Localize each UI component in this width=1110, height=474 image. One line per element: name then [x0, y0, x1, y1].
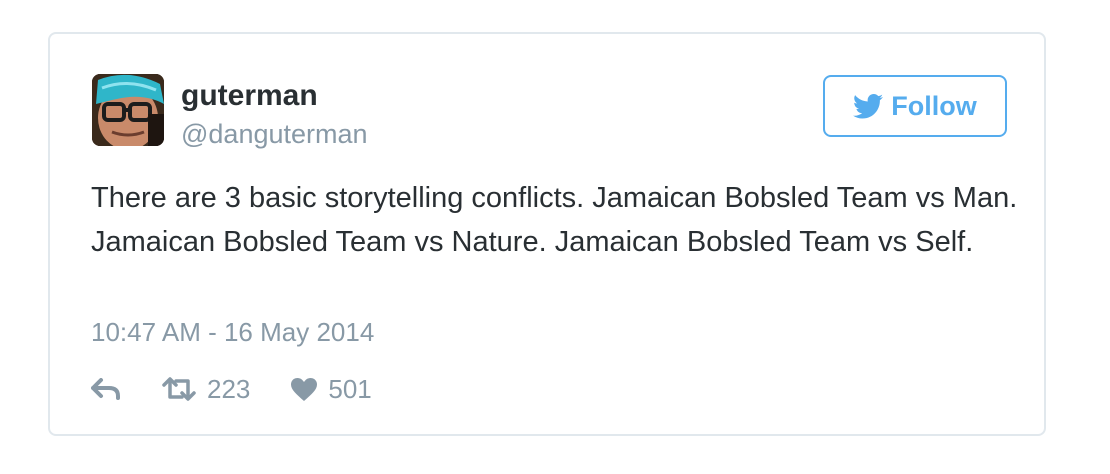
reply-icon — [91, 378, 121, 400]
retweet-count: 223 — [207, 374, 251, 404]
retweet-button[interactable]: 223 — [161, 373, 250, 405]
follow-button[interactable]: Follow — [823, 75, 1007, 137]
tweet-card: guterman @danguterman Follow There are 3… — [48, 32, 1046, 436]
like-count: 501 — [328, 374, 372, 404]
tweet-actions: 223 501 — [91, 371, 372, 407]
follow-button-label: Follow — [891, 90, 977, 121]
avatar-image — [92, 74, 164, 146]
tweet-timestamp[interactable]: 10:47 AM - 16 May 2014 — [91, 316, 374, 348]
avatar[interactable] — [92, 74, 164, 146]
retweet-icon — [161, 377, 197, 401]
twitter-bird-icon — [853, 93, 884, 119]
user-handle[interactable]: @danguterman — [181, 118, 368, 150]
like-button[interactable]: 501 — [290, 373, 372, 405]
display-name[interactable]: guterman — [181, 78, 318, 114]
tweet-text: There are 3 basic storytelling conflicts… — [91, 182, 1018, 258]
reply-button[interactable] — [91, 378, 121, 400]
heart-icon — [290, 377, 318, 402]
